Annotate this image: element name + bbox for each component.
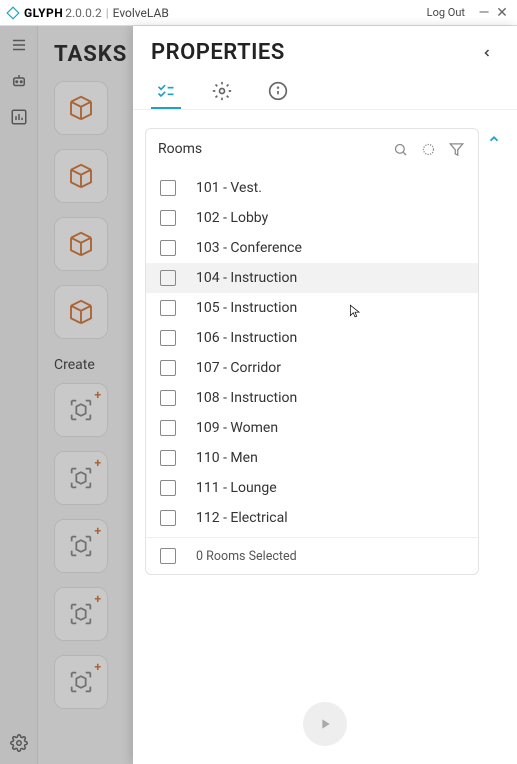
- app-logo-icon: [6, 6, 20, 20]
- room-checkbox[interactable]: [160, 240, 176, 256]
- section-name: Rooms: [158, 141, 382, 157]
- filter-icon[interactable]: [446, 139, 466, 159]
- tab-settings[interactable]: [207, 75, 237, 109]
- room-label: 103 - Conference: [196, 240, 302, 256]
- search-icon[interactable]: [390, 139, 410, 159]
- title-bar: GLYPH 2.0.0.2 | EvolveLAB Log Out — ✕: [0, 0, 517, 26]
- room-row[interactable]: 112 - Electrical: [146, 503, 478, 533]
- room-checkbox[interactable]: [160, 480, 176, 496]
- properties-panel: PROPERTIES Rooms 101 - Vest.102 - Lobby1…: [133, 26, 517, 764]
- room-label: 105 - Instruction: [196, 300, 297, 316]
- selection-count: 0 Rooms Selected: [196, 549, 297, 564]
- room-row[interactable]: 102 - Lobby: [146, 203, 478, 233]
- room-label: 104 - Instruction: [196, 270, 297, 286]
- room-row[interactable]: 108 - Instruction: [146, 383, 478, 413]
- room-row[interactable]: 111 - Lounge: [146, 473, 478, 503]
- room-checkbox[interactable]: [160, 330, 176, 346]
- room-checkbox[interactable]: [160, 300, 176, 316]
- room-row[interactable]: 109 - Women: [146, 413, 478, 443]
- minimize-button[interactable]: —: [475, 5, 493, 21]
- rooms-section: Rooms 101 - Vest. 102 - Lobby 103 - Confer…: [145, 128, 479, 575]
- company-name: EvolveLAB: [113, 6, 169, 20]
- room-row[interactable]: 106 - Instruction: [146, 323, 478, 353]
- play-button[interactable]: [303, 702, 347, 746]
- logout-link[interactable]: Log Out: [427, 6, 465, 19]
- room-checkbox[interactable]: [160, 420, 176, 436]
- room-row[interactable]: 107 - Corridor: [146, 353, 478, 383]
- room-checkbox[interactable]: [160, 270, 176, 286]
- room-label: 109 - Women: [196, 420, 278, 436]
- room-row[interactable]: 110 - Men: [146, 443, 478, 473]
- tab-info[interactable]: [263, 75, 293, 109]
- target-icon[interactable]: [418, 139, 438, 159]
- room-label: 108 - Instruction: [196, 390, 297, 406]
- close-button[interactable]: ✕: [493, 5, 511, 21]
- room-row[interactable]: 105 - Instruction: [146, 293, 478, 323]
- room-row[interactable]: 101 - Vest.: [146, 173, 478, 203]
- room-label: 107 - Corridor: [196, 360, 281, 376]
- title-divider: |: [106, 6, 109, 20]
- panel-tabs: [133, 69, 517, 110]
- room-checkbox[interactable]: [160, 510, 176, 526]
- section-footer: 0 Rooms Selected: [146, 537, 478, 574]
- chevron-left-icon[interactable]: [475, 41, 499, 65]
- room-row[interactable]: 104 - Instruction: [146, 263, 478, 293]
- room-label: 111 - Lounge: [196, 480, 277, 496]
- select-all-checkbox[interactable]: [160, 548, 176, 564]
- panel-title: PROPERTIES: [151, 40, 475, 65]
- tab-checklist[interactable]: [151, 75, 181, 109]
- room-list[interactable]: 101 - Vest. 102 - Lobby 103 - Conference 10…: [146, 169, 478, 537]
- room-label: 106 - Instruction: [196, 330, 297, 346]
- room-checkbox[interactable]: [160, 390, 176, 406]
- room-label: 101 - Vest.: [196, 180, 262, 196]
- room-label: 112 - Electrical: [196, 510, 288, 526]
- room-row[interactable]: 103 - Conference: [146, 233, 478, 263]
- room-checkbox[interactable]: [160, 450, 176, 466]
- room-checkbox[interactable]: [160, 210, 176, 226]
- room-checkbox[interactable]: [160, 180, 176, 196]
- app-version: 2.0.0.2: [65, 6, 101, 20]
- chevron-up-icon[interactable]: [483, 128, 505, 150]
- app-name: GLYPH: [24, 6, 63, 20]
- room-checkbox[interactable]: [160, 360, 176, 376]
- room-label: 102 - Lobby: [196, 210, 268, 226]
- room-label: 110 - Men: [196, 450, 258, 466]
